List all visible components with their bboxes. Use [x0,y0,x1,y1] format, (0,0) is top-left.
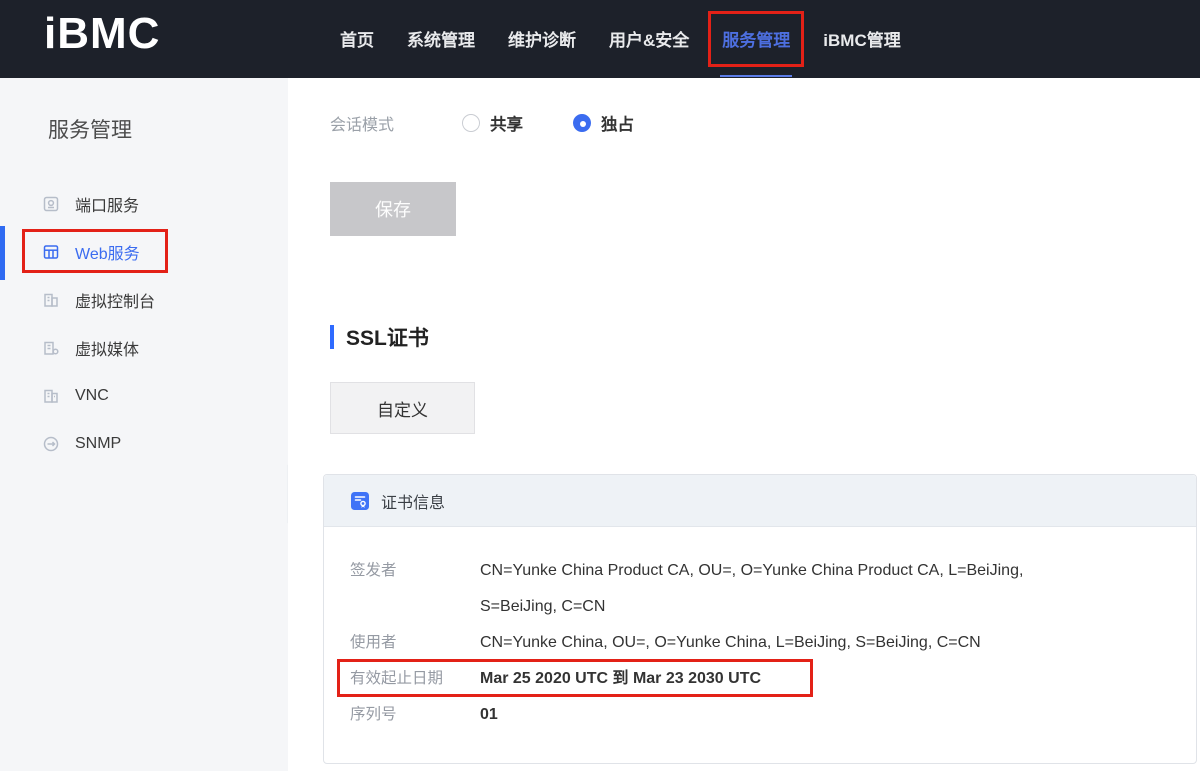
save-button[interactable]: 保存 [330,182,456,236]
radio-exclusive[interactable]: 独占 [573,111,634,135]
nav-item-ibmc-mgmt[interactable]: iBMC管理 [823,26,900,51]
nav-item-home[interactable]: 首页 [340,26,374,51]
active-nav-underline [720,75,792,77]
virtual-media-icon [42,339,60,357]
serial-value: 01 [480,697,498,733]
sidebar-item-label: 端口服务 [75,192,139,216]
cert-row-validity: 有效起止日期 Mar 25 2020 UTC 到 Mar 23 2030 UTC [350,661,1170,697]
subject-label: 使用者 [350,625,480,661]
serial-label: 序列号 [350,697,480,733]
sidebar-item-vnc[interactable]: VNC [0,372,288,420]
certificate-info-panel: 证书信息 签发者 CN=Yunke China Product CA, OU=,… [323,474,1197,764]
sidebar-item-web-service[interactable]: Web服务 [0,228,288,276]
session-mode-label: 会话模式 [330,111,462,135]
annotation-redbox-web-service [22,229,168,273]
validity-value: Mar 25 2020 UTC 到 Mar 23 2030 UTC [480,661,761,697]
validity-label: 有效起止日期 [350,661,480,697]
cert-row-subject: 使用者 CN=Yunke China, OU=, O=Yunke China, … [350,625,1170,661]
sidebar-item-port-service[interactable]: 端口服务 [0,180,288,228]
sidebar-item-label: SNMP [75,435,121,453]
main-content: 会话模式 共享 独占 保存 SSL证书 自定义 [288,78,1200,771]
radio-exclusive-circle[interactable] [573,114,591,132]
ssl-section-header: SSL证书 [330,322,1200,352]
session-mode-radio-group: 共享 独占 [462,111,634,135]
top-header: iBMC 首页 系统管理 维护诊断 用户&安全 服务管理 iBMC管理 [0,0,1200,78]
subject-value: CN=Yunke China, OU=, O=Yunke China, L=Be… [480,625,981,661]
sidebar-item-virtual-media[interactable]: 虚拟媒体 [0,324,288,372]
sidebar-title: 服务管理 [0,78,288,142]
sidebar-item-label: 虚拟媒体 [75,336,139,360]
nav-item-service-active[interactable]: 服务管理 [722,26,790,51]
top-navigation: 首页 系统管理 维护诊断 用户&安全 服务管理 iBMC管理 [340,26,901,51]
sidebar-item-virtual-console[interactable]: 虚拟控制台 [0,276,288,324]
sidebar-item-snmp[interactable]: SNMP [0,420,288,468]
certificate-panel-title: 证书信息 [381,489,445,513]
sidebar: 服务管理 端口服务 Web服务 [0,78,288,771]
sidebar-item-label: 虚拟控制台 [75,288,155,312]
issuer-value-line2: S=BeiJing, C=CN [480,589,1023,625]
radio-shared[interactable]: 共享 [462,111,523,135]
sidebar-menu: 端口服务 Web服务 虚拟控制台 [0,180,288,468]
certificate-panel-body: 签发者 CN=Yunke China Product CA, OU=, O=Yu… [324,527,1196,733]
session-mode-row: 会话模式 共享 独占 [330,112,1200,134]
radio-exclusive-label: 独占 [601,111,634,135]
issuer-value: CN=Yunke China Product CA, OU=, O=Yunke … [480,553,1023,625]
active-item-bar [0,226,5,280]
nav-item-system[interactable]: 系统管理 [407,26,475,51]
section-accent-bar [330,325,334,349]
nav-item-maintenance[interactable]: 维护诊断 [508,26,576,51]
issuer-label: 签发者 [350,553,480,625]
vnc-icon [42,387,60,405]
snmp-icon [42,435,60,453]
ibmc-logo: iBMC [44,12,160,56]
nav-item-user-security[interactable]: 用户&安全 [609,26,689,51]
certificate-panel-header: 证书信息 [324,475,1196,527]
cert-row-serial: 序列号 01 [350,697,1170,733]
custom-certificate-button[interactable]: 自定义 [330,382,475,434]
annotation-redbox-nav [708,11,804,67]
radio-shared-circle[interactable] [462,114,480,132]
port-service-icon [42,195,60,213]
radio-shared-label: 共享 [490,111,523,135]
virtual-console-icon [42,291,60,309]
sidebar-item-label: VNC [75,387,109,405]
cert-row-issuer: 签发者 CN=Yunke China Product CA, OU=, O=Yu… [350,553,1170,625]
ssl-section-title: SSL证书 [346,322,429,352]
issuer-value-line1: CN=Yunke China Product CA, OU=, O=Yunke … [480,553,1023,589]
certificate-icon [350,491,370,511]
